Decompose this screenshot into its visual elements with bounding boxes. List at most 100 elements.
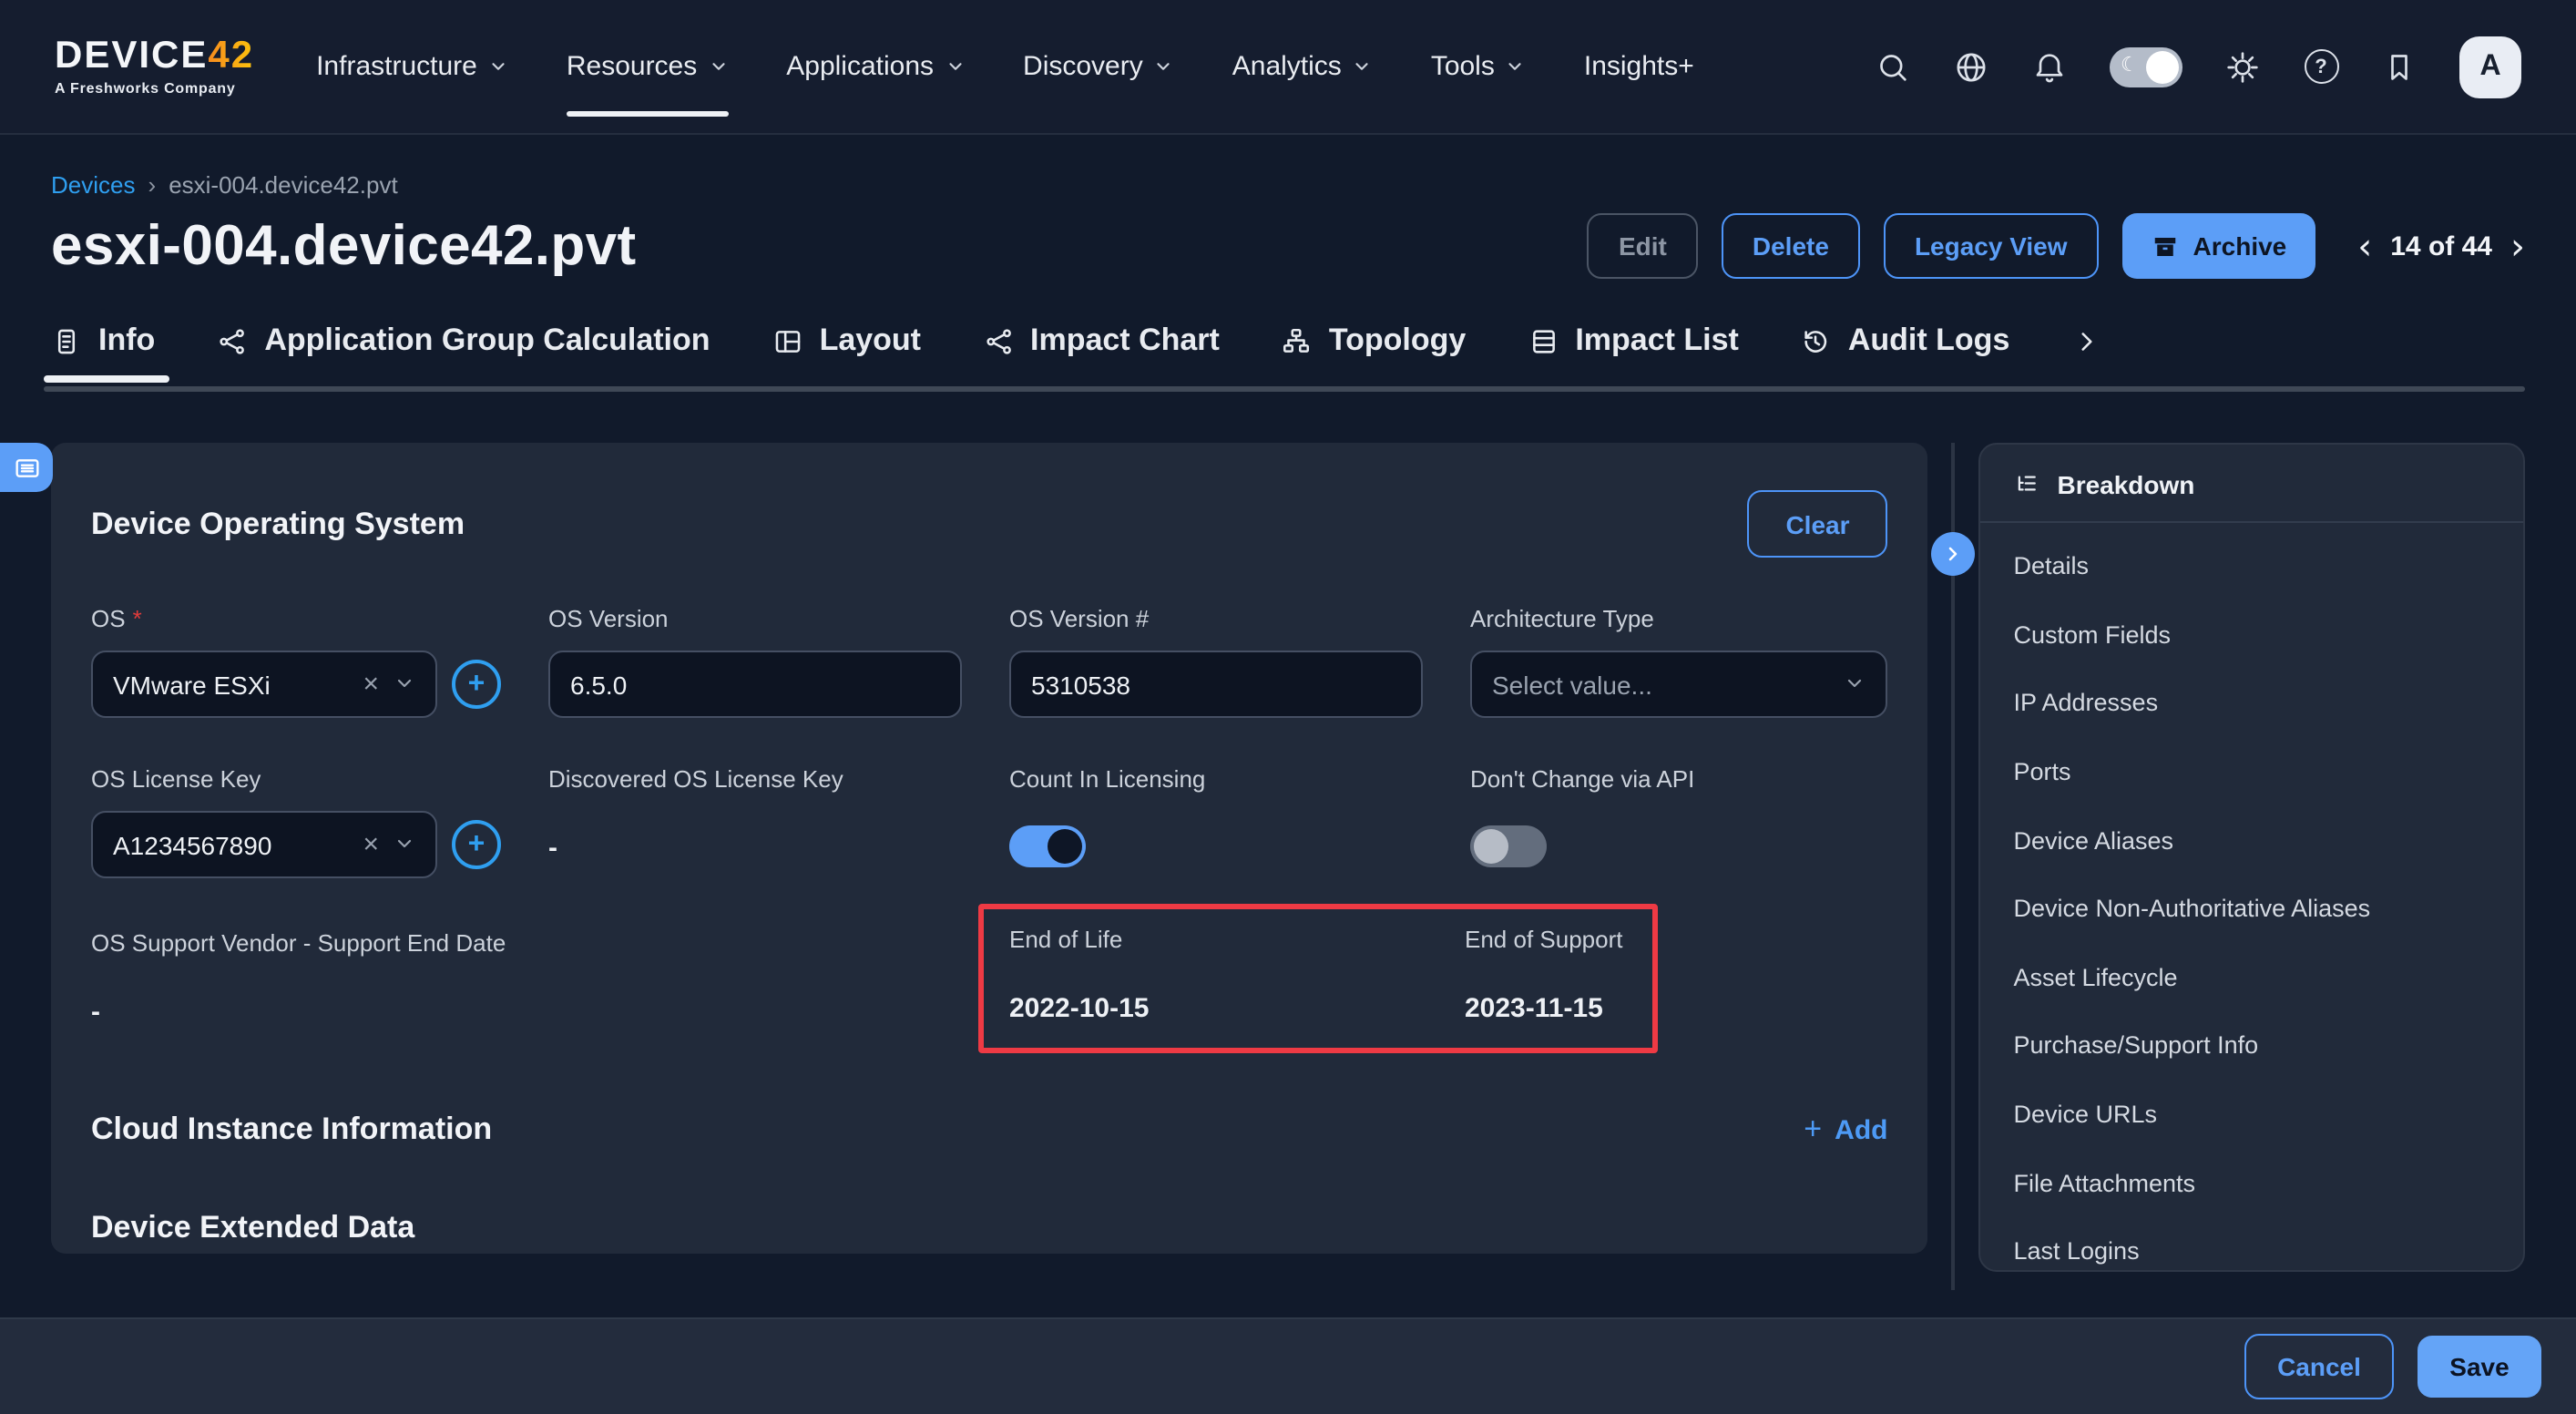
device-os-panel: Device Operating System Clear OS* VMware… [51,443,1928,1254]
help-icon[interactable]: ? [2303,48,2339,85]
tabs-overflow-chevron-icon[interactable] [2071,325,2102,356]
plus-icon: + [1804,1112,1822,1148]
sidebar-item-file-attachments[interactable]: File Attachments [1980,1149,2523,1217]
end-of-life-value: 2022-10-15 [1009,993,1465,1024]
legacy-view-button[interactable]: Legacy View [1884,213,2099,279]
sidebar-item-ports[interactable]: Ports [1980,738,2523,806]
tab-info[interactable]: Info [51,323,155,359]
tree-list-icon [2013,471,2040,498]
add-license-key-button[interactable]: + [452,820,501,869]
next-record-icon[interactable]: › [2510,228,2525,264]
count-in-licensing-toggle[interactable] [1009,825,1086,867]
chevron-down-icon[interactable] [394,670,415,699]
os-support-vendor-label: OS Support Vendor - Support End Date [91,929,506,957]
section-title-device-extended: Device Extended Data [91,1210,414,1246]
archive-button[interactable]: Archive [2122,213,2316,279]
record-pager: ‹ 14 of 44 › [2357,228,2525,264]
globe-icon[interactable] [1953,48,1989,85]
navbar-utilities: ☾ ? A [1875,36,2521,97]
logo-accent: 42 [208,35,254,77]
menu-infrastructure[interactable]: Infrastructure [316,40,508,93]
dont-change-via-api-label: Don't Change via API [1470,765,1694,793]
chevron-down-icon[interactable] [394,830,415,859]
save-button[interactable]: Save [2418,1336,2541,1398]
prev-record-icon[interactable]: ‹ [2357,228,2372,264]
menu-resources[interactable]: Resources [567,40,728,93]
clear-selection-icon[interactable]: × [363,829,379,860]
top-navbar: DEVICE42 A Freshworks Company Infrastruc… [0,0,2576,135]
os-version-input[interactable]: 6.5.0 [548,651,962,718]
tab-impact-list[interactable]: Impact List [1528,323,1739,359]
tab-application-group-calculation[interactable]: Application Group Calculation [217,323,710,359]
menu-insights[interactable]: Insights+ [1584,40,1694,93]
toggle-knob [1474,829,1508,864]
theme-toggle[interactable]: ☾ [2110,46,2182,87]
tab-impact-chart[interactable]: Impact Chart [983,323,1220,359]
tab-topology[interactable]: Topology [1282,323,1466,359]
notifications-bell-icon[interactable] [2031,48,2068,85]
os-license-key-label: OS License Key [91,765,261,793]
os-combobox[interactable]: VMware ESXi × [91,651,437,718]
sidebar-item-ip-addresses[interactable]: IP Addresses [1980,669,2523,737]
cancel-button[interactable]: Cancel [2244,1334,2394,1399]
sidebar-item-device-urls[interactable]: Device URLs [1980,1081,2523,1149]
end-of-support-label: End of Support [1465,926,1622,953]
architecture-type-label: Architecture Type [1470,605,1654,632]
tab-audit-logs[interactable]: Audit Logs [1801,323,2010,359]
content-area: Device Operating System Clear OS* VMware… [51,443,2525,1272]
os-label: OS [91,605,126,632]
device42-logo[interactable]: DEVICE42 A Freshworks Company [55,36,254,97]
expand-sidebar-button[interactable] [1932,532,1976,576]
sidebar-item-purchase-support-info[interactable]: Purchase/Support Info [1980,1011,2523,1080]
search-icon[interactable] [1875,48,1911,85]
collapsed-panel-tab[interactable] [0,443,53,492]
document-icon [51,325,82,356]
edit-button[interactable]: Edit [1588,213,1698,279]
end-of-life-label: End of Life [1009,926,1122,953]
history-clock-icon [1801,325,1832,356]
gear-icon[interactable] [2224,48,2261,85]
sidebar-item-device-non-authoritative-aliases[interactable]: Device Non-Authoritative Aliases [1980,875,2523,943]
add-os-button[interactable]: + [452,660,501,709]
toggle-knob [1048,829,1082,864]
chevron-down-icon [488,56,508,77]
delete-button[interactable]: Delete [1722,213,1860,279]
architecture-type-placeholder: Select value... [1492,670,1844,699]
list-icon [12,453,41,482]
clear-selection-icon[interactable]: × [363,669,379,700]
menu-discovery[interactable]: Discovery [1023,40,1174,93]
os-license-key-combobox[interactable]: A1234567890 × [91,811,437,878]
title-row: esxi-004.device42.pvt Edit Delete Legacy… [51,213,2525,279]
stacked-rows-icon [1528,325,1559,356]
sidebar-item-last-logins[interactable]: Last Logins [1980,1217,2523,1272]
main-menu: Infrastructure Resources Applications Di… [316,40,1694,93]
section-title-cloud-instance: Cloud Instance Information [91,1112,492,1148]
tab-layout[interactable]: Layout [772,323,921,359]
user-avatar[interactable]: A [2459,36,2521,97]
app-window: DEVICE42 A Freshworks Company Infrastruc… [0,0,2576,1414]
chevron-down-icon [1154,56,1174,77]
sidebar-item-details[interactable]: Details [1980,532,2523,600]
menu-analytics[interactable]: Analytics [1232,40,1373,93]
os-value: VMware ESXi [113,670,363,699]
share-network-icon [217,325,248,356]
logo-brand: DEVICE [55,35,208,77]
dont-change-via-api-toggle[interactable] [1470,825,1547,867]
os-version-num-input[interactable]: 5310538 [1009,651,1423,718]
bookmark-icon[interactable] [2381,48,2418,85]
add-cloud-instance-button[interactable]: + Add [1804,1112,1887,1148]
menu-applications[interactable]: Applications [786,40,965,93]
architecture-type-select[interactable]: Select value... [1470,651,1887,718]
sidebar-item-asset-lifecycle[interactable]: Asset Lifecycle [1980,943,2523,1011]
breadcrumb-devices-link[interactable]: Devices [51,171,136,199]
breadcrumb: Devices › esxi-004.device42.pvt [51,171,2525,199]
required-asterisk: * [133,605,142,632]
share-network-icon [983,325,1014,356]
clear-button[interactable]: Clear [1747,490,1887,558]
chevron-down-icon [1506,56,1526,77]
chevron-down-icon [1353,56,1373,77]
sidebar-item-device-aliases[interactable]: Device Aliases [1980,806,2523,875]
menu-tools[interactable]: Tools [1431,40,1526,93]
breakdown-sidebar: Breakdown Details Custom Fields IP Addre… [1978,443,2525,1272]
sidebar-item-custom-fields[interactable]: Custom Fields [1980,600,2523,669]
